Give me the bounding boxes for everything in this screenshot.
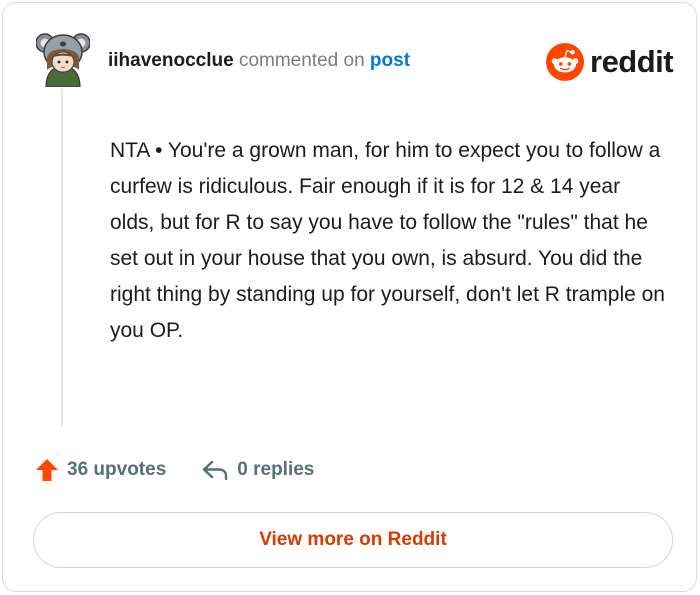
action-text: commented on xyxy=(238,50,365,71)
reddit-logo[interactable]: reddit xyxy=(546,41,674,83)
reply-arrow-icon xyxy=(203,460,228,481)
upvote-count: 36 upvotes xyxy=(67,459,167,480)
thread-line xyxy=(61,89,63,427)
reply-button[interactable]: 0 replies xyxy=(201,458,314,482)
view-more-button[interactable]: View more on Reddit xyxy=(33,512,673,568)
upvote-arrow-icon xyxy=(36,459,58,481)
username-link[interactable]: iihavenocclue xyxy=(108,50,234,71)
replies-count: 0 replies xyxy=(237,459,315,480)
comment-actions: 36 upvotes 0 replies xyxy=(34,456,314,484)
comment-body: NTA • You're a grown man, for him to exp… xyxy=(110,139,665,342)
avatar[interactable] xyxy=(35,30,91,88)
reddit-wordmark: reddit xyxy=(590,44,674,79)
koala-avatar-icon xyxy=(35,33,91,88)
comment-header: iihavenocclue commented on post xyxy=(108,49,410,73)
reddit-snoo-icon xyxy=(546,43,584,81)
comment-embed-card: iihavenocclue commented on post reddit N… xyxy=(2,2,697,592)
post-link[interactable]: post xyxy=(370,50,410,71)
upvote-button[interactable]: 36 upvotes xyxy=(34,457,166,483)
